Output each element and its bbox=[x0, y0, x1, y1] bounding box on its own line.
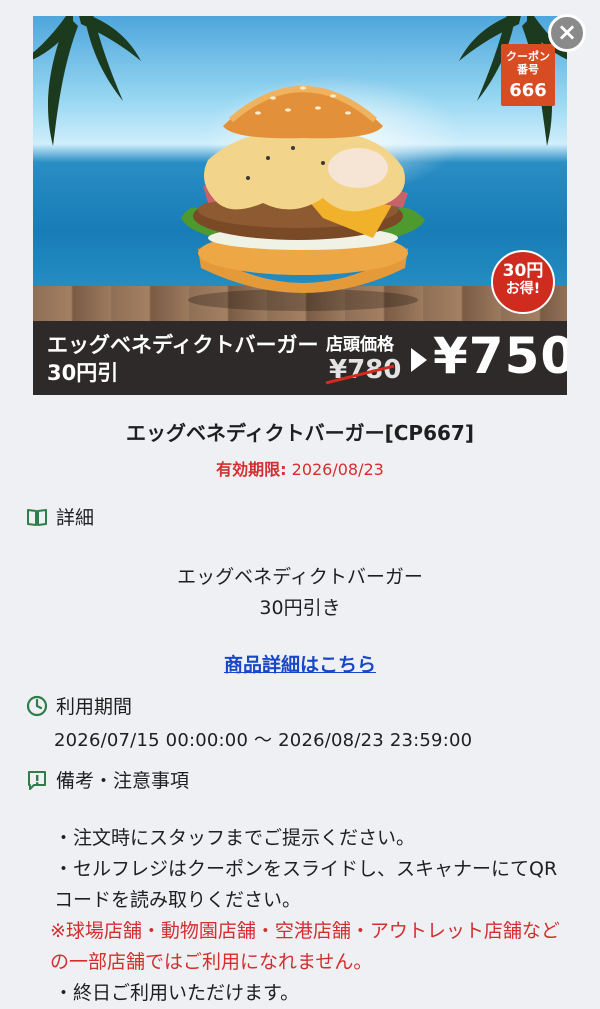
banner-product-name: エッグベネディクトバーガー 30円引 bbox=[47, 331, 337, 387]
note-item: ・セルフレジはクーポンをスライドし、スキャナーにてQRコードを読み取りください。 bbox=[54, 858, 558, 911]
usage-period: 2026/07/15 00:00:00 〜 2026/08/23 23:59:0… bbox=[54, 730, 473, 751]
coupon-title: エッグベネディクトバーガー[CP667] bbox=[126, 421, 474, 445]
price-bar: エッグベネディクトバーガー 30円引 店頭価格 ¥780 ¥750 bbox=[33, 321, 567, 395]
note-item: ・注文時にスタッフまでご提示ください。 bbox=[54, 827, 416, 849]
coupon-number-badge: クーポン番号 666 bbox=[501, 44, 555, 106]
banner-name-line1: エッグベネディクトバーガー bbox=[47, 333, 319, 357]
notes-list: ・注文時にスタッフまでご提示ください。 ・セルフレジはクーポンをスライドし、スキ… bbox=[50, 823, 574, 1009]
details-line2: 30円引き bbox=[259, 597, 341, 619]
expiry-label: 有効期限: bbox=[216, 460, 287, 479]
coupon-number: 666 bbox=[509, 80, 547, 101]
coupon-number-label: クーポン番号 bbox=[506, 50, 550, 76]
product-details-link[interactable]: 商品詳細はこちら bbox=[0, 650, 600, 677]
period-heading: 利用期間 bbox=[56, 696, 133, 718]
close-button[interactable]: × bbox=[548, 14, 586, 52]
note-warning: ※球場店舗・動物園店舗・空港店舗・アウトレット店舗などの一部店舗ではご利用になれ… bbox=[50, 920, 560, 973]
details-section-heading: 詳細 bbox=[26, 503, 94, 530]
note-item: ・終日ご利用いただけます。 bbox=[54, 982, 300, 1004]
store-price-label: 店頭価格 bbox=[326, 335, 394, 355]
notes-section-heading: 備考・注意事項 bbox=[26, 766, 189, 793]
expiry-date: 有効期限: 2026/08/23 bbox=[0, 456, 600, 480]
notice-icon bbox=[28, 770, 46, 790]
palm-tree-icon bbox=[33, 16, 141, 146]
burger-illustration bbox=[181, 86, 425, 311]
notes-heading: 備考・注意事項 bbox=[56, 770, 190, 792]
savings-amount: 30円 bbox=[502, 261, 544, 281]
coupon-banner-image: クーポン番号 666 30円 お得! エッグベネディクトバーガー 30円引 店頭… bbox=[33, 16, 567, 395]
details-heading: 詳細 bbox=[56, 507, 95, 529]
details-body: エッグベネディクトバーガー 30円引き bbox=[0, 562, 600, 624]
banner-name-line2: 30円引 bbox=[47, 361, 119, 385]
period-section-heading: 利用期間 bbox=[26, 692, 132, 719]
new-price: ¥750 bbox=[433, 327, 567, 385]
savings-text: お得! bbox=[505, 281, 541, 297]
expiry-value: 2026/08/23 bbox=[291, 460, 384, 479]
arrow-right-icon bbox=[411, 348, 427, 372]
book-icon bbox=[27, 508, 47, 526]
clock-icon bbox=[26, 695, 48, 716]
details-line1: エッグベネディクトバーガー bbox=[177, 566, 423, 588]
savings-badge: 30円 お得! bbox=[491, 250, 555, 314]
